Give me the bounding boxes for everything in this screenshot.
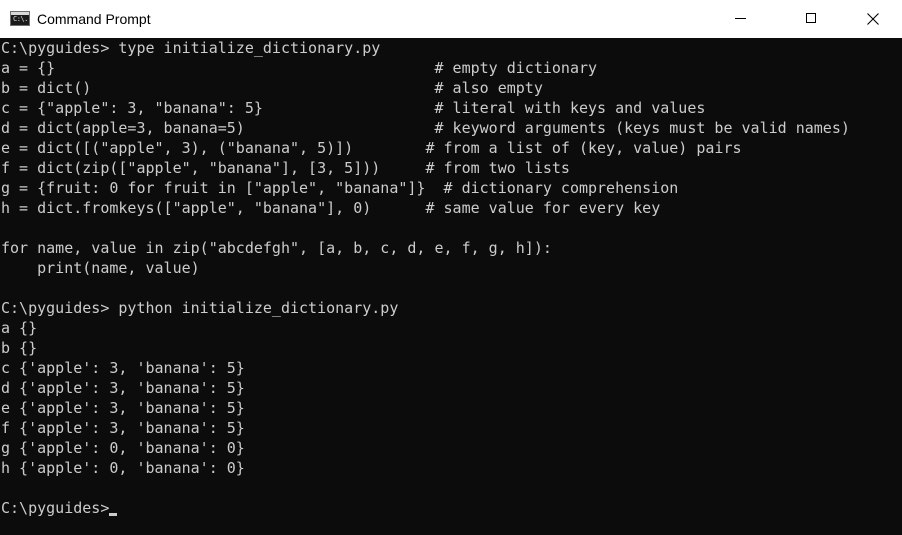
console-line: b {} xyxy=(1,339,38,357)
close-icon xyxy=(867,13,879,25)
console-line: C:\pyguides> xyxy=(1,499,110,517)
maximize-icon xyxy=(806,13,816,23)
console-line: d {'apple': 3, 'banana': 5} xyxy=(1,379,245,397)
console-line: a = {} # empty dictionary xyxy=(1,59,598,77)
console-icon-glyph: C:\. xyxy=(13,15,28,23)
title-bar[interactable]: C:\. Command Prompt xyxy=(0,0,902,38)
command-prompt-window: C:\. Command Prompt C:\pyguides> type in… xyxy=(0,0,902,535)
close-button[interactable] xyxy=(850,0,896,38)
text-cursor xyxy=(109,513,118,516)
minimize-button[interactable] xyxy=(718,0,764,38)
console-line: e = dict([("apple", 3), ("banana", 5)]) … xyxy=(1,139,742,157)
minimize-icon xyxy=(735,18,746,19)
console-icon: C:\. xyxy=(10,11,30,26)
console-line: e {'apple': 3, 'banana': 5} xyxy=(1,399,245,417)
console-line: b = dict() # also empty xyxy=(1,79,543,97)
console-line: print(name, value) xyxy=(1,259,200,277)
console-line: h = dict.fromkeys(["apple", "banana"], 0… xyxy=(1,199,661,217)
console-line: c = {"apple": 3, "banana": 5} # literal … xyxy=(1,99,706,117)
console-line: C:\pyguides> python initialize_dictionar… xyxy=(1,299,399,317)
console-line: c {'apple': 3, 'banana': 5} xyxy=(1,359,245,377)
console-line: h {'apple': 0, 'banana': 0} xyxy=(1,459,245,477)
maximize-button[interactable] xyxy=(788,0,834,38)
window-title: Command Prompt xyxy=(37,11,151,27)
console-line: f = dict(zip(["apple", "banana"], [3, 5]… xyxy=(1,159,570,177)
console-line: g {'apple': 0, 'banana': 0} xyxy=(1,439,245,457)
console-line: f {'apple': 3, 'banana': 5} xyxy=(1,419,245,437)
console-line: C:\pyguides> type initialize_dictionary.… xyxy=(1,39,381,57)
console-line: d = dict(apple=3, banana=5) # keyword ar… xyxy=(1,119,850,137)
console-line: g = {fruit: 0 for fruit in ["apple", "ba… xyxy=(1,179,679,197)
console-line: a {} xyxy=(1,319,38,337)
console-output[interactable]: C:\pyguides> type initialize_dictionary.… xyxy=(0,38,902,535)
console-line: for name, value in zip("abcdefgh", [a, b… xyxy=(1,239,552,257)
